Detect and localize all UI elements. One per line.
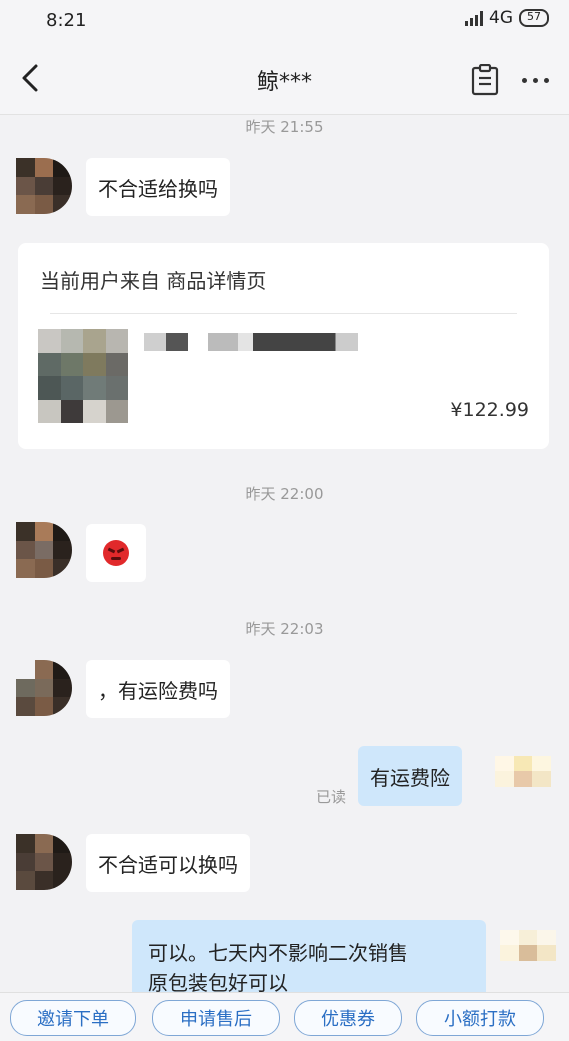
message-bubble[interactable]: 不合适可以换吗 — [86, 834, 250, 892]
apply-after-sale-button[interactable]: 申请售后 — [152, 1000, 280, 1036]
angry-face-emoji — [103, 540, 129, 566]
avatar[interactable] — [16, 660, 72, 716]
avatar[interactable] — [16, 834, 72, 890]
product-name-blurred — [208, 333, 358, 351]
product-price: ¥122.99 — [450, 399, 529, 421]
quick-action-bar: 邀请下单 申请售后 优惠券 小额打款 — [0, 992, 569, 1041]
avatar[interactable] — [16, 522, 72, 578]
my-avatar[interactable] — [495, 756, 551, 802]
message-text: ，有运险费吗 — [98, 678, 218, 703]
card-header: 当前用户来自 商品详情页 — [40, 269, 267, 293]
network-type: 4G — [489, 8, 513, 28]
more-dots-icon[interactable] — [522, 78, 549, 83]
timestamp: 昨天 21:55 — [245, 118, 324, 136]
battery-icon: 57 — [519, 9, 549, 27]
status-indicators: 4G 57 — [465, 8, 549, 28]
divider — [50, 313, 517, 314]
read-status: 已读 — [316, 788, 347, 806]
status-time: 8:21 — [46, 10, 87, 31]
message-bubble[interactable] — [86, 524, 146, 582]
signal-icon — [465, 10, 483, 26]
avatar[interactable] — [16, 158, 72, 214]
timestamp: 昨天 22:03 — [245, 620, 324, 638]
invite-order-button[interactable]: 邀请下单 — [10, 1000, 136, 1036]
message-text: 有运费险 — [370, 765, 450, 790]
small-payment-button[interactable]: 小额打款 — [416, 1000, 544, 1036]
coupon-button[interactable]: 优惠券 — [294, 1000, 402, 1036]
my-avatar[interactable] — [500, 930, 556, 976]
message-text: 不合适可以换吗 — [98, 852, 238, 877]
message-bubble[interactable]: ，有运险费吗 — [86, 660, 230, 718]
clipboard-icon[interactable] — [470, 64, 500, 96]
product-card[interactable]: 当前用户来自 商品详情页 ¥122.99 — [18, 243, 549, 449]
message-text-line: 可以。七天内不影响二次销售 — [148, 941, 408, 965]
message-bubble[interactable]: 不合适给换吗 — [86, 158, 230, 216]
my-message-bubble[interactable]: 有运费险 — [358, 746, 462, 806]
chat-header: 鲸*** — [0, 42, 569, 115]
timestamp: 昨天 22:00 — [245, 485, 324, 503]
product-name-blurred — [144, 333, 188, 351]
product-thumbnail[interactable] — [38, 329, 128, 423]
status-bar: 8:21 4G 57 — [0, 0, 569, 42]
message-text: 不合适给换吗 — [98, 176, 218, 201]
